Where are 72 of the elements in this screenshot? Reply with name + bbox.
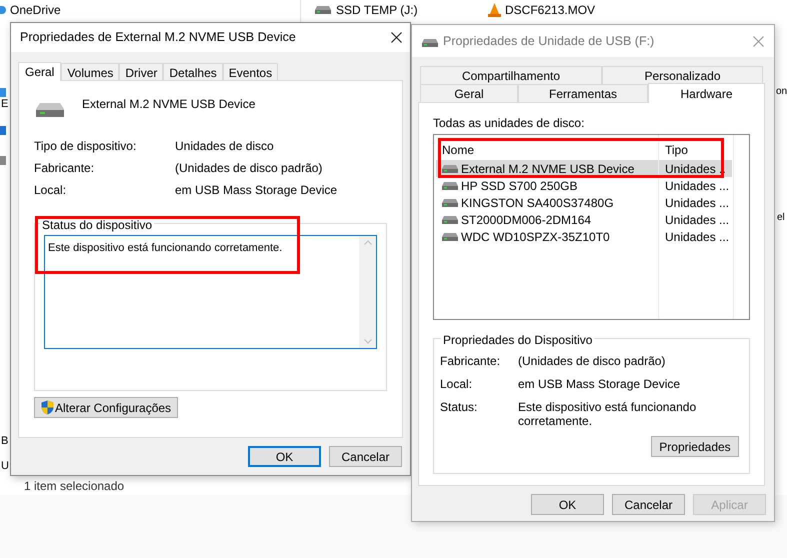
property-value: (Unidades de disco padrão) (518, 354, 666, 368)
nav-item[interactable]: U (1, 458, 9, 474)
tab[interactable]: Driver (119, 63, 164, 80)
property-label: Local: (34, 182, 68, 199)
drive-name[interactable]: SSD TEMP (J:) (336, 1, 418, 19)
nav-item[interactable]: OneDrive (10, 1, 61, 19)
close-icon[interactable] (391, 32, 402, 43)
nav-item[interactable]: E (1, 96, 8, 112)
tab[interactable]: Geral (18, 62, 62, 81)
column-header[interactable]: Nome (436, 143, 658, 157)
list-row[interactable]: KINGSTON SA400S37480G Unidades ... (436, 194, 732, 211)
change-settings-button[interactable]: Alterar Configurações (34, 397, 178, 418)
tab[interactable]: Geral (420, 84, 518, 102)
disk-type: Unidades ... (664, 196, 730, 210)
disk-name: WDC WD10SPZX-35Z10T0 (461, 230, 610, 244)
column-header[interactable]: Tipo (658, 143, 688, 157)
property-value: Este dispositivo está funcionando corretamente. (518, 400, 698, 428)
property-value: (Unidades de disco padrão) (175, 160, 322, 177)
tab[interactable]: Eventos (222, 63, 278, 80)
property-label: Local: (440, 377, 474, 391)
property-label: Tipo de dispositivo: (34, 138, 138, 155)
drive-icon (36, 103, 64, 117)
disk-name: ST2000DM006-2DM164 (461, 212, 592, 226)
drive-icon (442, 232, 458, 240)
tab[interactable]: Volumes (61, 63, 120, 80)
window-title: Propriedades de External M.2 NVME USB Device (20, 29, 296, 46)
tab[interactable]: Detalhes (163, 63, 223, 80)
property-value: em USB Mass Storage Device (518, 377, 682, 391)
property-label: Status: (440, 400, 478, 416)
cone-icon (488, 3, 501, 17)
property-value: em USB Mass Storage Device (175, 182, 338, 199)
list-row[interactable]: WDC WD10SPZX-35Z10T0 Unidades ... (436, 228, 732, 245)
dialog-button[interactable]: OK (248, 446, 321, 467)
property-label: Fabricante: (34, 160, 96, 177)
status-text: Este dispositivo está funcionando corretamente. (48, 241, 282, 255)
disk-type: Unidades ... (664, 212, 730, 226)
tab[interactable]: Ferramentas (518, 84, 648, 102)
dialog-button[interactable]: Cancelar (612, 494, 685, 515)
drive-icon (315, 6, 331, 14)
dialog-button[interactable]: Cancelar (329, 446, 402, 467)
drive-icon (442, 216, 458, 224)
disk-name: External M.2 NVME USB Device (461, 162, 634, 176)
disk-type: Unidades ... (664, 230, 730, 244)
tab[interactable]: Hardware (648, 83, 765, 103)
disk-type: Unidades ... (664, 178, 730, 192)
tab[interactable]: Compartilhamento (420, 66, 602, 84)
drive-icon (442, 198, 458, 206)
nav-item[interactable]: B (1, 433, 8, 450)
shield-icon (41, 400, 54, 415)
arrow-up-icon[interactable] (364, 240, 372, 245)
file-name[interactable]: DSCF6213.MOV (505, 1, 596, 19)
disk-name: HP SSD S700 250GB (461, 178, 578, 192)
file-name[interactable]: on (776, 84, 787, 99)
status-text-box[interactable]: Este dispositivo está funcionando corretamente. (44, 235, 377, 349)
list-row[interactable]: HP SSD S700 250GB Unidades ... (436, 177, 732, 194)
drive-icon (442, 164, 458, 172)
property-value: Unidades de disco (175, 138, 274, 155)
status-bar-text: 1 item selecionado (24, 478, 124, 495)
scrollbar[interactable] (359, 236, 376, 348)
disk-name: KINGSTON SA400S37480G (461, 196, 614, 210)
property-label: Fabricante: (440, 354, 502, 368)
window-title: Propriedades de Unidade de USB (F:) (443, 32, 654, 50)
list-row[interactable]: ST2000DM006-2DM164 Unidades ... (436, 211, 732, 228)
drive-icon (422, 38, 438, 46)
properties-button[interactable]: Propriedades (651, 436, 739, 457)
list-label: Todas as unidades de disco: (433, 116, 586, 130)
device-name: External M.2 NVME USB Device (82, 96, 256, 113)
tab[interactable]: Personalizado (602, 66, 763, 84)
dialog-button[interactable]: OK (531, 494, 604, 515)
file-name[interactable]: el (777, 210, 785, 225)
drive-icon (442, 182, 458, 190)
arrow-down-icon[interactable] (364, 339, 372, 344)
